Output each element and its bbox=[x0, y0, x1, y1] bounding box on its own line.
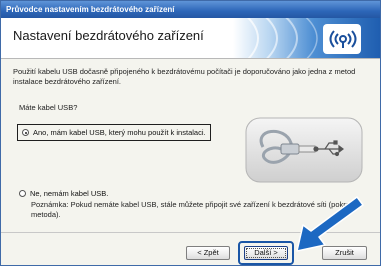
page-title: Nastavení bezdrátového zařízení bbox=[13, 28, 204, 43]
pointer-arrow-icon bbox=[285, 191, 365, 257]
radio-yes[interactable] bbox=[22, 129, 29, 136]
back-button[interactable]: < Zpět bbox=[186, 246, 230, 260]
wireless-logo-icon bbox=[323, 24, 361, 54]
wizard-window: Průvodce nastavením bezdrátového zařízen… bbox=[0, 0, 381, 266]
window-title: Průvodce nastavením bezdrátového zařízen… bbox=[6, 5, 175, 14]
usb-question: Máte kabel USB? bbox=[19, 103, 78, 112]
option-no-label[interactable]: Ne, nemám kabel USB. bbox=[30, 189, 108, 198]
radio-no[interactable] bbox=[19, 190, 26, 197]
option-yes-usb[interactable]: Ano, mám kabel USB, který mohu použít k … bbox=[17, 124, 211, 141]
option-yes-label[interactable]: Ano, mám kabel USB, který mohu použít k … bbox=[33, 128, 206, 137]
window-titlebar[interactable]: Průvodce nastavením bezdrátového zařízen… bbox=[1, 1, 380, 18]
usb-cable-icon bbox=[245, 117, 363, 183]
option-no-usb[interactable]: Ne, nemám kabel USB. bbox=[19, 189, 108, 198]
description-text: Použití kabelu USB dočasně připojeného k… bbox=[13, 67, 356, 86]
wizard-header: Nastavení bezdrátového zařízení bbox=[1, 18, 380, 59]
next-button[interactable]: Další > bbox=[244, 246, 288, 260]
